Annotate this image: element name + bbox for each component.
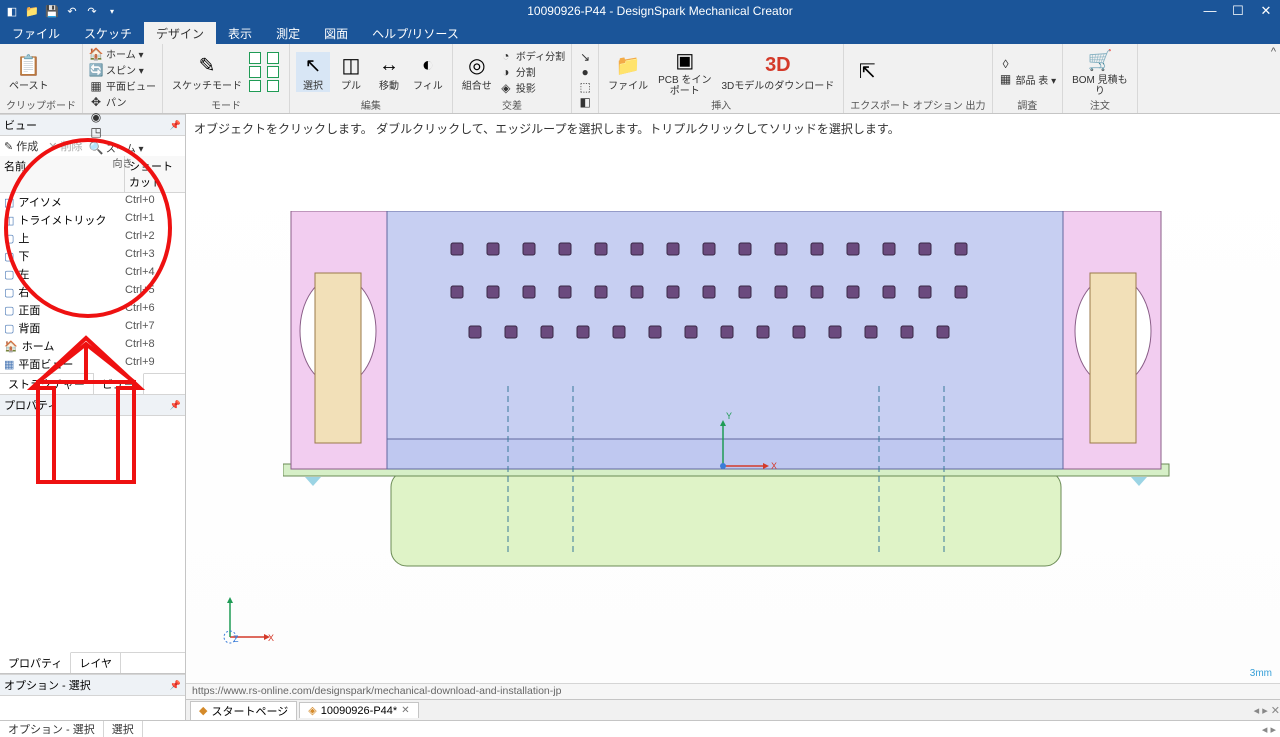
view-item-アイソメ[interactable]: ◫アイソメCtrl+0 bbox=[0, 193, 185, 211]
menu-ファイル[interactable]: ファイル bbox=[0, 22, 72, 44]
menu-ヘルプ/リソース[interactable]: ヘルプ/リソース bbox=[360, 22, 471, 44]
doc-tab[interactable]: ◈10090926-P44*✕ bbox=[299, 702, 418, 718]
ribbon-small[interactable]: ◈投影 bbox=[499, 80, 565, 95]
status-selection: 選択 bbox=[104, 721, 143, 737]
undo-icon[interactable]: ↶ bbox=[64, 3, 80, 19]
ribbon-collapse-icon[interactable]: ^ bbox=[1271, 46, 1276, 58]
ribbon-small[interactable]: ◊ bbox=[999, 57, 1057, 71]
tab-structure[interactable]: ストラクチャー bbox=[0, 374, 94, 394]
create-view-button[interactable]: ✎ 作成 bbox=[4, 138, 38, 154]
ribbon-small[interactable]: ◉ bbox=[89, 110, 156, 124]
app-icon: ◧ bbox=[4, 3, 20, 19]
redo-icon[interactable]: ↷ bbox=[84, 3, 100, 19]
qat-more-icon[interactable]: ▾ bbox=[104, 3, 120, 19]
svg-text:Z: Z bbox=[233, 634, 239, 644]
options-panel-header: オプション - 選択📌 bbox=[0, 674, 185, 696]
menu-表示[interactable]: 表示 bbox=[216, 22, 264, 44]
ribbon-PCB をイン ポート[interactable]: ▣PCB をインポート bbox=[655, 46, 714, 97]
menu-図面[interactable]: 図面 bbox=[312, 22, 360, 44]
ribbon-BOM 見積も り[interactable]: 🛒BOM 見積もり bbox=[1069, 46, 1131, 97]
pin-icon[interactable]: 📌 bbox=[170, 120, 181, 131]
ribbon-small[interactable]: 🏠ホーム ▾ bbox=[89, 46, 156, 61]
ribbon-スケッチモード[interactable]: ✎スケッチモード bbox=[169, 52, 245, 92]
ribbon-small[interactable]: ◔ボディ分割 bbox=[499, 48, 565, 63]
ribbon-移動[interactable]: ↔移動 bbox=[372, 52, 406, 92]
ribbon-ファイル[interactable]: 📁ファイル bbox=[605, 52, 651, 92]
ribbon-選択[interactable]: ↖選択 bbox=[296, 52, 330, 92]
tab-layer[interactable]: レイヤ bbox=[71, 653, 121, 673]
ribbon-small[interactable]: ◧ bbox=[578, 95, 592, 109]
window-title: 10090926-P44 - DesignSpark Mechanical Cr… bbox=[124, 4, 1196, 18]
view-item-正面[interactable]: ▢正面Ctrl+6 bbox=[0, 301, 185, 319]
open-icon[interactable]: 📁 bbox=[24, 3, 40, 19]
menu-デザイン[interactable]: デザイン bbox=[144, 22, 216, 44]
ribbon-small[interactable]: 🔍ズーム ▾ bbox=[89, 140, 156, 155]
view-item-上[interactable]: ▢上Ctrl+2 bbox=[0, 229, 185, 247]
ribbon-small[interactable]: ▦平面ビュー bbox=[89, 78, 156, 93]
url-bar: https://www.rs-online.com/designspark/me… bbox=[186, 683, 1280, 699]
ribbon-small[interactable]: 🔄スピン ▾ bbox=[89, 62, 156, 77]
tab-view[interactable]: ビュー bbox=[94, 373, 144, 394]
zoom-label: 3mm bbox=[1250, 668, 1272, 679]
properties-panel bbox=[0, 416, 185, 652]
viewport[interactable]: Y X Z X Y 3mm bbox=[186, 139, 1280, 683]
menu-スケッチ[interactable]: スケッチ bbox=[72, 22, 144, 44]
minimize-button[interactable]: — bbox=[1196, 3, 1224, 19]
view-item-左[interactable]: ▢左Ctrl+4 bbox=[0, 265, 185, 283]
tab-properties[interactable]: プロパティ bbox=[0, 652, 71, 673]
ribbon-small[interactable]: ✥パン bbox=[89, 94, 156, 109]
close-button[interactable]: ✕ bbox=[1252, 3, 1280, 19]
doc-tab[interactable]: ◆スタートページ bbox=[190, 701, 297, 720]
properties-panel-header: プロパティ📌 bbox=[0, 394, 185, 416]
menu-bar: ファイルスケッチデザイン表示測定図面ヘルプ/リソース bbox=[0, 22, 1280, 44]
svg-text:Y: Y bbox=[226, 597, 232, 599]
pin-icon[interactable]: 📌 bbox=[170, 400, 181, 411]
view-item-下[interactable]: ▢下Ctrl+3 bbox=[0, 247, 185, 265]
maximize-button[interactable]: ☐ bbox=[1224, 3, 1252, 19]
view-item-平面ビュー[interactable]: ▦平面ビューCtrl+9 bbox=[0, 355, 185, 373]
ribbon-組合せ[interactable]: ◎組合せ bbox=[459, 52, 495, 92]
ribbon: 📋ペーストクリップボード🏠ホーム ▾🔄スピン ▾▦平面ビュー✥パン◉◳🔍ズーム … bbox=[0, 44, 1280, 114]
canvas-area: オブジェクトをクリックします。 ダブルクリックして、エッジループを選択します。ト… bbox=[186, 114, 1280, 720]
save-icon[interactable]: 💾 bbox=[44, 3, 60, 19]
view-list: ◫アイソメCtrl+0◫トライメトリックCtrl+1▢上Ctrl+2▢下Ctrl… bbox=[0, 193, 185, 373]
ribbon-フィル[interactable]: ◐フィル bbox=[410, 52, 446, 92]
svg-text:X: X bbox=[268, 633, 274, 643]
status-nav[interactable]: ◂ ▸ bbox=[1262, 723, 1276, 736]
model-viewport: Y X bbox=[283, 211, 1183, 611]
svg-text:X: X bbox=[771, 461, 777, 471]
ribbon-small[interactable]: ▦部品 表 ▾ bbox=[999, 72, 1057, 87]
pin-icon[interactable]: 📌 bbox=[170, 680, 181, 691]
hint-text: オブジェクトをクリックします。 ダブルクリックして、エッジループを選択します。ト… bbox=[186, 114, 1280, 139]
menu-測定[interactable]: 測定 bbox=[264, 22, 312, 44]
status-left: オプション - 選択 bbox=[0, 721, 104, 737]
svg-text:Y: Y bbox=[726, 411, 732, 421]
status-bar: オプション - 選択 選択 ◂ ▸ bbox=[0, 720, 1280, 737]
ribbon-ペースト[interactable]: 📋ペースト bbox=[6, 52, 52, 92]
view-item-ホーム[interactable]: 🏠ホームCtrl+8 bbox=[0, 337, 185, 355]
ribbon-3Dモデルのダウンロード[interactable]: 3D3Dモデルのダウンロード bbox=[718, 52, 837, 92]
view-item-トライメトリック[interactable]: ◫トライメトリックCtrl+1 bbox=[0, 211, 185, 229]
delete-view-button[interactable]: ✕ 削除 bbox=[48, 138, 82, 154]
ribbon-small[interactable]: ↘ bbox=[578, 50, 592, 64]
ribbon-small[interactable]: ⬚ bbox=[578, 80, 592, 94]
document-tabs: ◆スタートページ◈10090926-P44*✕ ◂ ▸ ✕ bbox=[186, 699, 1280, 720]
ribbon-small[interactable]: ◑分割 bbox=[499, 64, 565, 79]
ribbon-プル[interactable]: ◫プル bbox=[334, 52, 368, 92]
ribbon-small[interactable]: ◳ bbox=[89, 125, 156, 139]
view-item-背面[interactable]: ▢背面Ctrl+7 bbox=[0, 319, 185, 337]
left-sidebar: ビュー📌 ✎ 作成 ✕ 削除 名前ショートカット ◫アイソメCtrl+0◫トライ… bbox=[0, 114, 186, 720]
ribbon-btn[interactable]: ⇱ bbox=[850, 57, 884, 86]
title-bar: ◧ 📁 💾 ↶ ↷ ▾ 10090926-P44 - DesignSpark M… bbox=[0, 0, 1280, 22]
view-item-右[interactable]: ▢右Ctrl+5 bbox=[0, 283, 185, 301]
ribbon-small[interactable]: ● bbox=[578, 65, 592, 79]
axis-widget[interactable]: Z X Y bbox=[206, 597, 276, 657]
